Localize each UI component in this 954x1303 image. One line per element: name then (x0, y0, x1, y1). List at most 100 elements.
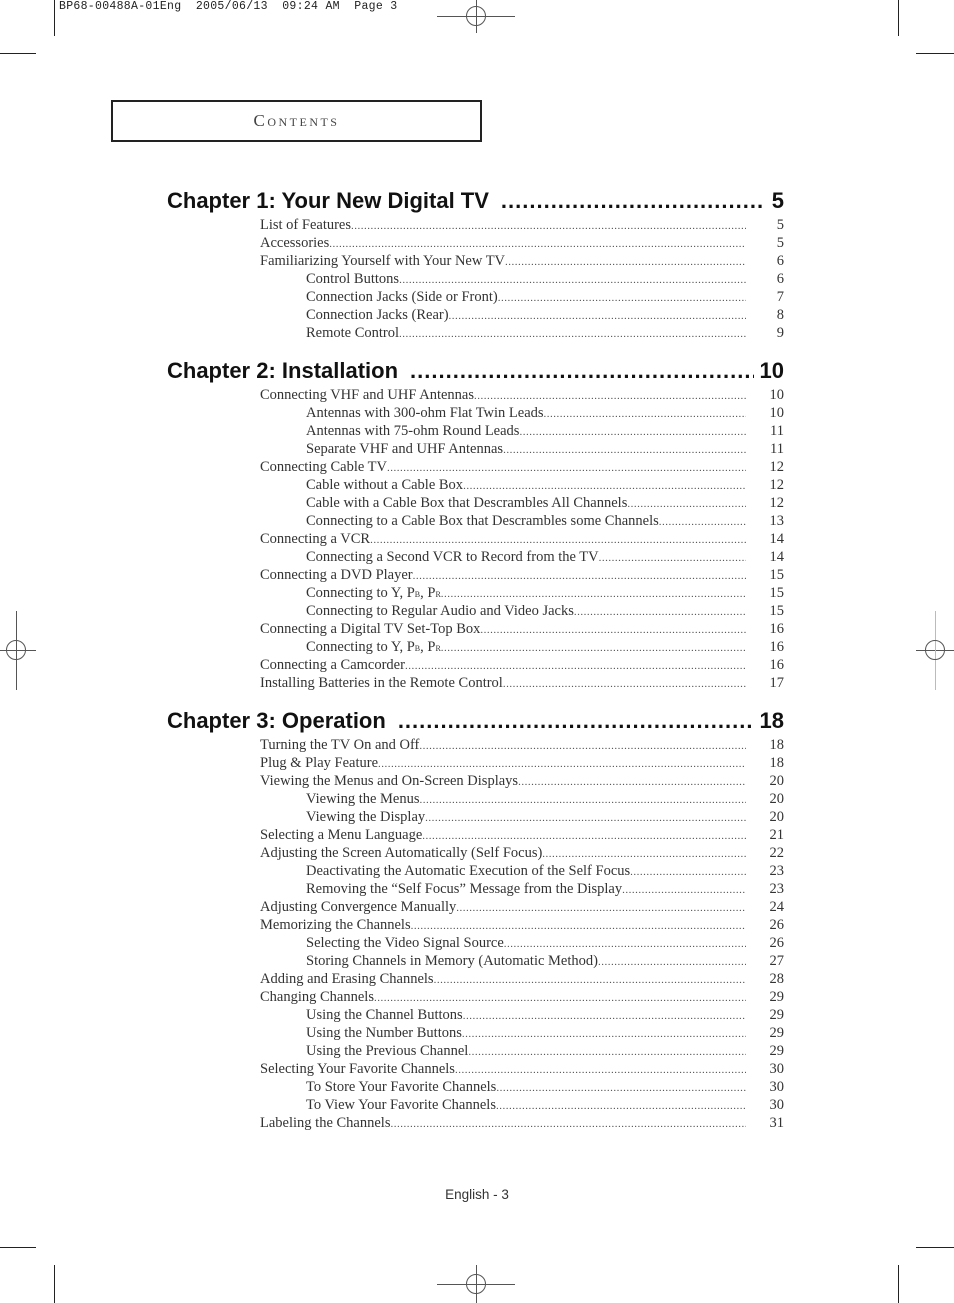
entry-page-number: 18 (769, 755, 785, 771)
toc-subentry[interactable]: Cable with a Cable Box that Descrambles … (167, 494, 784, 512)
dot-leader (399, 325, 746, 343)
toc-subentry[interactable]: Connecting to Regular Audio and Video Ja… (167, 602, 784, 620)
entry-label: Memorizing the Channels (260, 917, 411, 933)
entry-page-number: 14 (769, 549, 785, 565)
toc-entry[interactable]: Memorizing the Channels 26 (167, 916, 784, 934)
entry-page-number: 23 (769, 863, 785, 879)
toc-entry[interactable]: Viewing the Menus and On-Screen Displays… (167, 772, 784, 790)
entry-label: Adjusting Convergence Manually (260, 899, 457, 915)
toc-subentry[interactable]: Separate VHF and UHF Antennas 11 (167, 440, 784, 458)
toc-subentry[interactable]: Storing Channels in Memory (Automatic Me… (167, 952, 784, 970)
toc-subentry[interactable]: To Store Your Favorite Channels 30 (167, 1078, 784, 1096)
toc-entry[interactable]: Selecting Your Favorite Channels 30 (167, 1060, 784, 1078)
entry-page-number: 15 (769, 567, 785, 583)
toc-entry[interactable]: Accessories 5 (167, 234, 784, 252)
toc-subentry[interactable]: Using the Channel Buttons 29 (167, 1006, 784, 1024)
toc-subentry[interactable]: Connecting to a Cable Box that Descrambl… (167, 512, 784, 530)
dot-leader (504, 935, 746, 953)
toc-entry[interactable]: Turning the TV On and Off 18 (167, 736, 784, 754)
chapter-heading[interactable]: Chapter 3: Operation 18 (167, 706, 784, 736)
toc-entry[interactable]: Connecting Cable TV 12 (167, 458, 784, 476)
toc-subentry[interactable]: Connecting a Second VCR to Record from t… (167, 548, 784, 566)
dot-leader (505, 253, 746, 271)
dot-leader (405, 657, 746, 675)
entry-label: Turning the TV On and Off (260, 737, 420, 753)
crop-mark-bottom-right-v (898, 1265, 899, 1303)
entry-label: Accessories (260, 235, 330, 251)
toc-entry[interactable]: Connecting a VCR 14 (167, 530, 784, 548)
dot-leader (599, 549, 746, 567)
entry-label: Using the Number Buttons (306, 1025, 462, 1041)
entry-page-number: 10 (769, 387, 785, 403)
entry-label: Connecting a Camcorder (260, 657, 405, 673)
entry-label: Viewing the Display (306, 809, 426, 825)
entry-page-number: 20 (769, 791, 785, 807)
toc-subentry[interactable]: Antennas with 300-ohm Flat Twin Leads 10 (167, 404, 784, 422)
entry-page-number: 6 (776, 271, 784, 287)
entry-page-number: 11 (770, 441, 784, 457)
dot-leader (398, 706, 754, 736)
toc-entry[interactable]: Connecting a Camcorder 16 (167, 656, 784, 674)
chapter-spacer (167, 692, 784, 706)
toc-subentry[interactable]: Removing the “Self Focus” Message from t… (167, 880, 784, 898)
toc-subentry[interactable]: Antennas with 75-ohm Round Leads 11 (167, 422, 784, 440)
toc-subentry[interactable]: Control Buttons 6 (167, 270, 784, 288)
entry-label: To View Your Favorite Channels (306, 1097, 496, 1113)
toc-subentry[interactable]: Connection Jacks (Rear) 8 (167, 306, 784, 324)
entry-label: Antennas with 75-ohm Round Leads (306, 423, 520, 439)
dot-leader (410, 356, 753, 386)
toc-subentry[interactable]: Using the Previous Channel 29 (167, 1042, 784, 1060)
entry-label: Viewing the Menus (306, 791, 420, 807)
entry-label: Remote Control (306, 325, 400, 341)
chapter-heading[interactable]: Chapter 2: Installation 10 (167, 356, 784, 386)
toc-subentry[interactable]: Viewing the Menus 20 (167, 790, 784, 808)
dot-leader (413, 567, 746, 585)
toc-subentry[interactable]: Viewing the Display 20 (167, 808, 784, 826)
toc-entry[interactable]: Selecting a Menu Language 21 (167, 826, 784, 844)
chapter-page-number: 5 (771, 188, 784, 213)
toc-entry[interactable]: Familiarizing Yourself with Your New TV 6 (167, 252, 784, 270)
toc-entry[interactable]: Changing Channels 29 (167, 988, 784, 1006)
toc-subentry[interactable]: Connecting to Y, PB, PR 15 (167, 584, 784, 602)
dot-leader (462, 1025, 746, 1043)
chapter-heading[interactable]: Chapter 1: Your New Digital TV 5 (167, 186, 784, 216)
toc-entry[interactable]: Labeling the Channels 31 (167, 1114, 784, 1132)
chapter-spacer (167, 342, 784, 356)
dot-leader (425, 809, 746, 827)
dot-leader (463, 477, 746, 495)
toc-subentry[interactable]: Connecting to Y, PB, PR 16 (167, 638, 784, 656)
dot-leader (496, 1097, 746, 1115)
dot-leader (434, 971, 746, 989)
entry-page-number: 10 (769, 405, 785, 421)
toc-subentry[interactable]: Using the Number Buttons 29 (167, 1024, 784, 1042)
toc-entry[interactable]: Adjusting Convergence Manually 24 (167, 898, 784, 916)
toc-entry[interactable]: Connecting VHF and UHF Antennas 10 (167, 386, 784, 404)
entry-page-number: 5 (776, 217, 784, 233)
entry-page-number: 22 (769, 845, 785, 861)
toc-subentry[interactable]: Deactivating the Automatic Execution of … (167, 862, 784, 880)
toc-subentry[interactable]: Cable without a Cable Box 12 (167, 476, 784, 494)
entry-label: Connecting to Y, PB, PR (306, 639, 441, 655)
toc-entry[interactable]: Adding and Erasing Channels 28 (167, 970, 784, 988)
toc-subentry[interactable]: Remote Control 9 (167, 324, 784, 342)
toc-entry[interactable]: List of Features 5 (167, 216, 784, 234)
entry-page-number: 16 (769, 639, 785, 655)
entry-label: Viewing the Menus and On-Screen Displays (260, 773, 519, 789)
dot-leader (496, 1079, 746, 1097)
chapter-page-number: 10 (759, 358, 784, 383)
toc-entry[interactable]: Plug & Play Feature 18 (167, 754, 784, 772)
toc-entry[interactable]: Connecting a DVD Player 15 (167, 566, 784, 584)
toc-entry[interactable]: Installing Batteries in the Remote Contr… (167, 674, 784, 692)
entry-page-number: 12 (769, 477, 785, 493)
dot-leader (598, 953, 746, 971)
dot-leader (370, 531, 746, 549)
entry-label: Connecting VHF and UHF Antennas (260, 387, 475, 403)
toc-subentry[interactable]: To View Your Favorite Channels 30 (167, 1096, 784, 1114)
entry-label: Separate VHF and UHF Antennas (306, 441, 504, 457)
entry-page-number: 26 (769, 917, 785, 933)
entry-page-number: 17 (769, 675, 785, 691)
toc-entry[interactable]: Adjusting the Screen Automatically (Self… (167, 844, 784, 862)
toc-subentry[interactable]: Connection Jacks (Side or Front) 7 (167, 288, 784, 306)
toc-subentry[interactable]: Selecting the Video Signal Source 26 (167, 934, 784, 952)
toc-entry[interactable]: Connecting a Digital TV Set-Top Box 16 (167, 620, 784, 638)
